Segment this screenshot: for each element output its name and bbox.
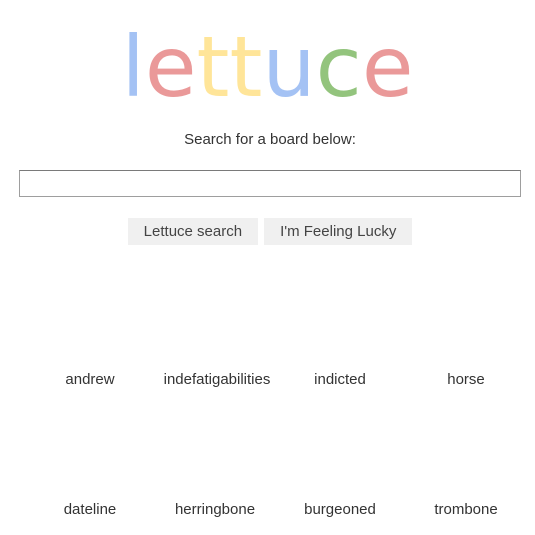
- board-link-dateline[interactable]: dateline: [27, 501, 153, 518]
- feeling-lucky-button[interactable]: I'm Feeling Lucky: [264, 218, 413, 245]
- page: lettuce Search for a board below: Lettuc…: [0, 0, 535, 535]
- logo-letter: c: [315, 18, 362, 116]
- lettuce-search-button[interactable]: Lettuce search: [127, 218, 259, 245]
- logo-letter: l: [121, 18, 145, 116]
- search-input[interactable]: [19, 170, 521, 197]
- board-link-trombone[interactable]: trombone: [403, 501, 529, 518]
- logo-letter: e: [144, 18, 197, 116]
- board-link-horse[interactable]: horse: [403, 371, 529, 388]
- board-link-indicted[interactable]: indicted: [277, 371, 403, 388]
- board-link-herringbone[interactable]: herringbone: [152, 501, 278, 518]
- lettuce-logo: lettuce: [0, 22, 535, 112]
- logo-letter: t: [229, 18, 263, 116]
- button-row: Lettuce search I'm Feeling Lucky: [0, 218, 535, 245]
- board-link-indefatigabilities[interactable]: indefatigabilities: [154, 371, 280, 388]
- logo-letter: u: [262, 18, 316, 116]
- board-link-andrew[interactable]: andrew: [27, 371, 153, 388]
- logo-letter: t: [196, 18, 230, 116]
- search-prompt: Search for a board below:: [184, 131, 356, 148]
- logo-letter: e: [361, 18, 414, 116]
- board-link-burgeoned[interactable]: burgeoned: [277, 501, 403, 518]
